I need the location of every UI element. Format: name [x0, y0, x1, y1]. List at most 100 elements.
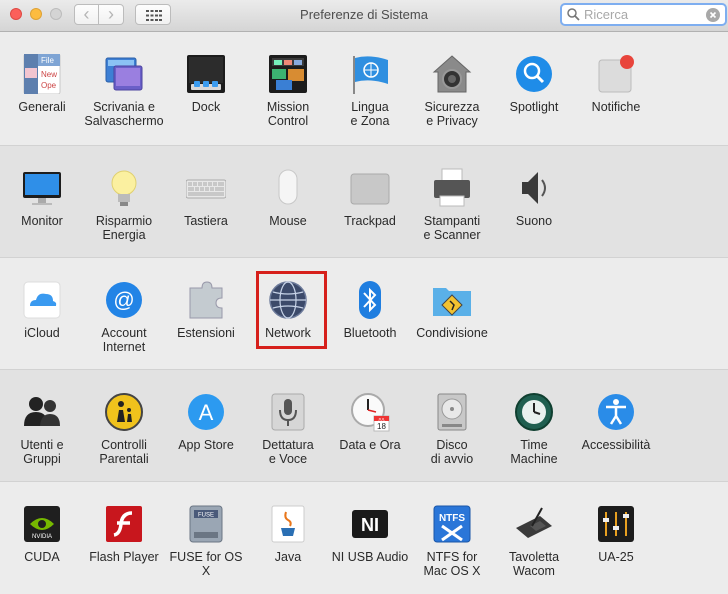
pane-dock[interactable]: Dock: [165, 32, 247, 144]
pane-label: Scrivania e Salvaschermo: [84, 100, 164, 128]
ntfs-icon: NTFS: [433, 505, 471, 543]
pane-label: Mouse: [269, 214, 307, 228]
pane-fuse[interactable]: FUSE FUSE for OS X: [165, 482, 247, 594]
pane-trackpad[interactable]: Trackpad: [329, 146, 411, 258]
row-other: NVIDIA CUDA Flash Player FUSE FUSE for O…: [0, 481, 728, 584]
pane-estensioni[interactable]: Estensioni: [165, 258, 247, 370]
svg-text:FUSE: FUSE: [198, 513, 214, 519]
pane-app-store[interactable]: A App Store: [165, 370, 247, 482]
pane-label: Controlli Parentali: [99, 438, 149, 466]
pane-java[interactable]: Java: [247, 482, 329, 594]
pane-wacom[interactable]: Tavoletta Wacom: [493, 482, 575, 594]
speaker-icon: [522, 172, 546, 204]
pane-label: Java: [274, 550, 302, 564]
pane-label: Account Internet: [101, 326, 147, 354]
date-time-clock-icon: JUL 18: [351, 393, 390, 432]
ua25-mixer-icon: [598, 506, 634, 542]
file-general-icon: File New Ope: [23, 54, 61, 94]
pane-label: CUDA: [24, 550, 60, 564]
row-hardware: Monitor Risparmio Energia Tastiera Mouse: [0, 145, 728, 257]
dictation-mic-icon: [271, 393, 305, 431]
users-groups-icon: [24, 397, 60, 426]
java-cup-icon: [271, 505, 305, 543]
pane-sicurezza[interactable]: Sicurezza e Privacy: [411, 32, 493, 144]
parental-controls-icon: [105, 393, 143, 431]
svg-text:@: @: [113, 289, 134, 312]
title-bar: ‹ › Preferenze di Sistema: [0, 0, 728, 32]
pane-mouse[interactable]: Mouse: [247, 146, 329, 258]
pane-icloud[interactable]: iCloud: [1, 258, 83, 370]
pane-time-machine[interactable]: Time Machine: [493, 370, 575, 482]
pane-label: Tastiera: [184, 214, 228, 228]
pane-accessibilita[interactable]: Accessibilità: [575, 370, 657, 482]
pane-label: Tavoletta Wacom: [508, 550, 560, 578]
pane-scrivania[interactable]: Scrivania e Salvaschermo: [83, 32, 165, 144]
pane-spotlight[interactable]: Spotlight: [493, 32, 575, 144]
trackpad-icon: [350, 173, 390, 205]
pane-lingua[interactable]: Lingua e Zona: [329, 32, 411, 144]
pane-label: App Store: [178, 438, 234, 452]
network-highlight-box: [256, 271, 327, 349]
svg-text:NTFS: NTFS: [439, 513, 465, 524]
pane-label: Mission Control: [266, 100, 310, 128]
pane-controlli-parentali[interactable]: Controlli Parentali: [83, 370, 165, 482]
mouse-icon: [278, 169, 298, 205]
language-flag-icon: [353, 56, 388, 94]
svg-text:Ope: Ope: [41, 81, 57, 90]
wacom-tablet-icon: [516, 507, 552, 538]
pane-label: Lingua e Zona: [350, 100, 390, 128]
pane-label: NTFS for Mac OS X: [423, 550, 481, 578]
pane-cuda[interactable]: NVIDIA CUDA: [1, 482, 83, 594]
pane-utenti[interactable]: Utenti e Gruppi: [1, 370, 83, 482]
pane-label: Flash Player: [89, 550, 159, 564]
svg-text:File: File: [41, 56, 54, 65]
extensions-puzzle-icon: [189, 281, 223, 319]
pane-disco-avvio[interactable]: Disco di avvio: [411, 370, 493, 482]
pane-ntfs[interactable]: NTFS NTFS for Mac OS X: [411, 482, 493, 594]
pane-suono[interactable]: Suono: [493, 146, 575, 258]
pane-bluetooth[interactable]: Bluetooth: [329, 258, 411, 370]
pane-generali[interactable]: File New Ope Generali: [1, 32, 83, 144]
pane-ni-usb-audio[interactable]: NI NI USB Audio: [329, 482, 411, 594]
accessibility-icon: [598, 394, 634, 430]
pane-label: Generali: [18, 100, 66, 114]
clear-search-icon[interactable]: [706, 8, 720, 22]
pane-label: Spotlight: [509, 100, 559, 114]
mission-control-icon: [269, 55, 307, 93]
pane-risparmio-energia[interactable]: Risparmio Energia: [83, 146, 165, 258]
icloud-icon: [23, 281, 61, 319]
dock-icon: [187, 55, 225, 93]
pane-dettatura[interactable]: Dettatura e Voce: [247, 370, 329, 482]
pane-label: Condivisione: [416, 326, 488, 340]
pane-label: Bluetooth: [343, 326, 397, 340]
pane-tastiera[interactable]: Tastiera: [165, 146, 247, 258]
row-internet: iCloud @ Account Internet Estensioni Net…: [0, 257, 728, 369]
svg-text:New: New: [41, 70, 57, 79]
pane-label: Suono: [515, 214, 553, 228]
pane-data-ora[interactable]: JUL 18 Data e Ora: [329, 370, 411, 482]
search-field[interactable]: [560, 3, 727, 26]
pane-flash-player[interactable]: Flash Player: [83, 482, 165, 594]
pane-label: Notifiche: [591, 100, 641, 114]
keyboard-icon: [186, 179, 226, 199]
monitor-icon: [23, 172, 61, 205]
pane-condivisione[interactable]: Condivisione: [411, 258, 493, 370]
pane-label: NI USB Audio: [331, 550, 409, 564]
startup-disk-icon: [437, 393, 467, 431]
pane-label: Sicurezza e Privacy: [424, 100, 480, 128]
spotlight-magnifier-icon: [516, 56, 552, 92]
bluetooth-icon: [359, 281, 381, 319]
pane-label: Monitor: [21, 214, 63, 228]
pane-ua25[interactable]: UA-25: [575, 482, 657, 594]
pane-label: Dock: [191, 100, 221, 114]
pane-label: Data e Ora: [339, 438, 401, 452]
energy-bulb-icon: [111, 170, 137, 206]
pane-account-internet[interactable]: @ Account Internet: [83, 258, 165, 370]
pane-notifiche[interactable]: Notifiche: [575, 32, 657, 144]
pane-mission-control[interactable]: Mission Control: [247, 32, 329, 144]
search-input[interactable]: [584, 6, 699, 23]
sharing-folder-icon: [433, 288, 471, 316]
cuda-nvidia-icon: NVIDIA: [24, 506, 60, 542]
pane-monitor[interactable]: Monitor: [1, 146, 83, 258]
pane-stampanti[interactable]: Stampanti e Scanner: [411, 146, 493, 258]
